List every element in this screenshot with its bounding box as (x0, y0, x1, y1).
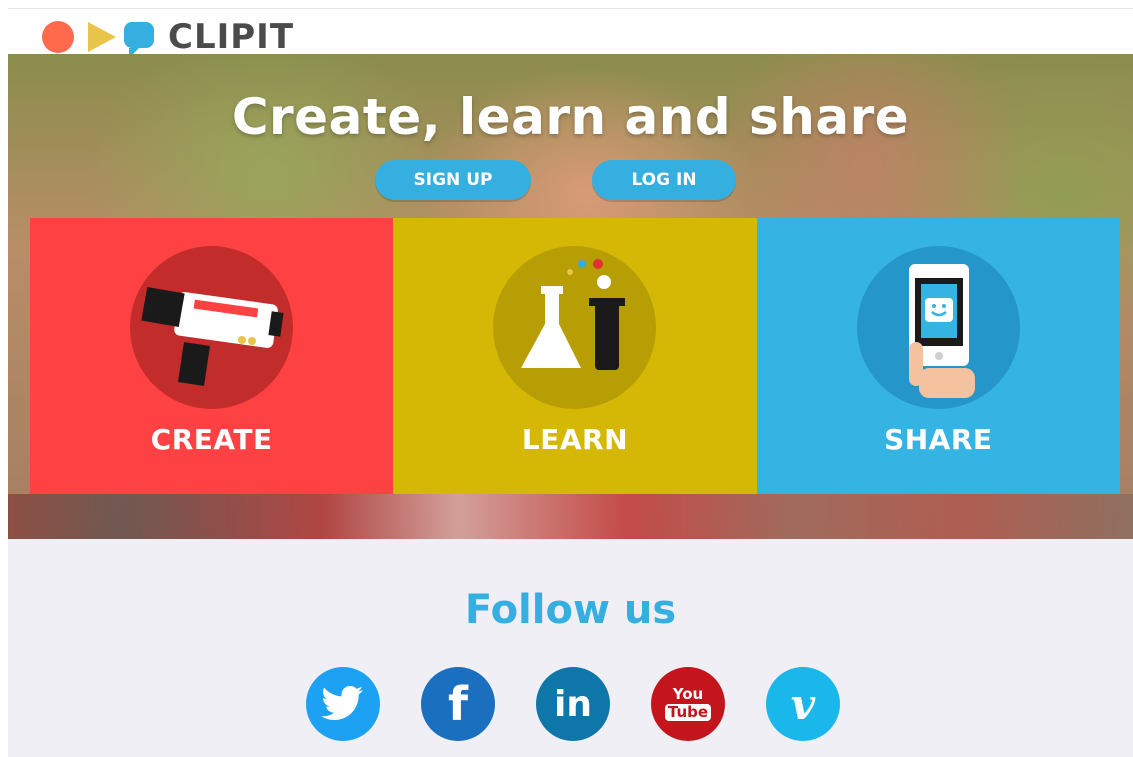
tile-share[interactable]: SHARE (756, 218, 1120, 494)
youtube-glyph-top: You (672, 685, 704, 703)
brand-name: CLIPIT (168, 17, 295, 57)
facebook-glyph: f (447, 677, 468, 731)
clipit-logo[interactable]: CLIPIT (42, 17, 295, 58)
feature-tiles: CREATE LEARN SHARE (30, 218, 1120, 494)
video-camera-icon (130, 246, 293, 409)
hero-background-strip (8, 494, 1133, 539)
red-dot-icon (42, 21, 74, 53)
header: CLIPIT (8, 8, 1133, 58)
tile-create[interactable]: CREATE (30, 218, 394, 494)
twitter-icon[interactable] (306, 667, 380, 741)
follow-section: Follow us f in You Tube v (8, 539, 1133, 757)
tile-create-label: CREATE (150, 423, 273, 456)
yellow-play-icon (88, 22, 116, 52)
tile-share-label: SHARE (884, 423, 993, 456)
blue-speech-bubble-icon (124, 22, 154, 58)
log-in-button[interactable]: LOG IN (592, 160, 736, 200)
youtube-icon[interactable]: You Tube (651, 667, 725, 741)
vimeo-glyph: v (790, 679, 816, 729)
tile-learn[interactable]: LEARN (393, 218, 757, 494)
linkedin-glyph: in (554, 683, 592, 725)
hero-title: Create, learn and share (231, 88, 910, 146)
sign-up-button[interactable]: SIGN UP (375, 160, 531, 200)
tile-learn-label: LEARN (521, 423, 629, 456)
lab-flask-icon (493, 246, 657, 409)
linkedin-icon[interactable]: in (536, 667, 610, 741)
smartphone-share-icon (856, 246, 1020, 409)
youtube-glyph-bottom: Tube (664, 704, 712, 721)
follow-title: Follow us (464, 587, 677, 633)
vimeo-icon[interactable]: v (766, 667, 840, 741)
hero-banner: Create, learn and share SIGN UP LOG IN C… (8, 54, 1133, 539)
facebook-icon[interactable]: f (421, 667, 495, 741)
